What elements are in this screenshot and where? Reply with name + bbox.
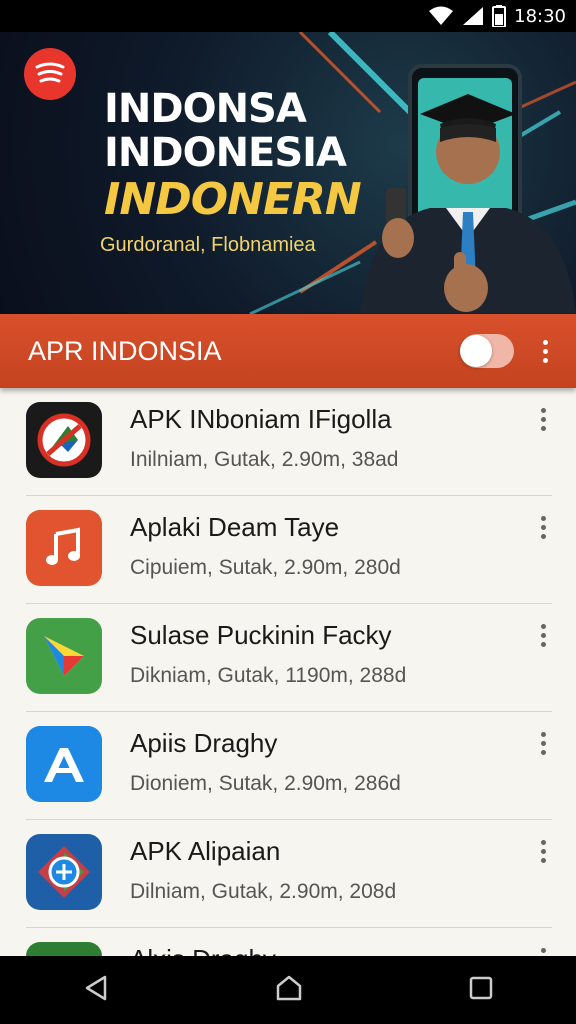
app-title: Sulase Puckinin Facky	[130, 620, 392, 650]
list-item[interactable]: APK INboniam IFigolla Inilniam, Gutak, 2…	[26, 388, 552, 496]
list-item[interactable]: Alxis Draghy	[26, 928, 552, 956]
app-title: Alxis Draghy	[130, 944, 276, 956]
list-item[interactable]: APK Alipaian Dilniam, Gutak, 2.90m, 208d	[26, 820, 552, 928]
app-meta: Dilniam, Gutak, 2.90m, 208d	[130, 880, 397, 903]
overflow-menu-icon[interactable]	[542, 339, 548, 363]
system-nav-bar	[0, 956, 576, 1024]
app-title: APK Alipaian	[130, 836, 281, 866]
toggle-knob	[460, 335, 492, 367]
app-title: APK INboniam IFigolla	[130, 404, 392, 434]
recents-icon[interactable]	[469, 976, 493, 1005]
toggle-switch[interactable]	[460, 334, 514, 368]
battery-icon	[492, 5, 507, 27]
toolbar-title: APR INDONSIA	[28, 335, 222, 366]
list-item[interactable]: Aplaki Deam Taye Cipuiem, Sutak, 2.90m, …	[26, 496, 552, 604]
banner-title-line-1: INDONSA	[104, 86, 307, 132]
app-list: APK INboniam IFigolla Inilniam, Gutak, 2…	[0, 388, 576, 956]
brand-logo-icon[interactable]	[24, 48, 76, 100]
banner-title-line-3: INDONERN	[104, 174, 362, 225]
item-menu-icon[interactable]	[541, 408, 546, 431]
blue-a-letter-icon	[26, 726, 102, 802]
status-bar: 18:30	[0, 0, 576, 32]
plus-globe-icon	[26, 834, 102, 910]
list-item[interactable]: Apiis Draghy Dioniem, Sutak, 2.90m, 286d	[26, 712, 552, 820]
app-toolbar: APR INDONSIA	[0, 314, 576, 388]
app-meta: Inilniam, Gutak, 2.90m, 38ad	[130, 448, 399, 471]
app-title: Apiis Draghy	[130, 728, 278, 758]
home-icon[interactable]	[275, 974, 303, 1007]
item-menu-icon[interactable]	[541, 840, 546, 863]
app-meta: Dikniam, Gutak, 1190m, 288d	[130, 664, 407, 687]
music-note-icon	[26, 510, 102, 586]
item-menu-icon[interactable]	[541, 732, 546, 755]
back-icon[interactable]	[83, 974, 109, 1007]
green-play-triangle-icon	[26, 618, 102, 694]
banner-subtitle: Gurdoranal, Flobnamiea	[100, 234, 316, 256]
item-menu-icon[interactable]	[541, 948, 546, 956]
partial-app-icon	[26, 942, 102, 956]
clock: 18:30	[514, 5, 566, 27]
hero-banner: INDONSA INDONESIA INDONERN Gurdoranal, F…	[0, 32, 576, 314]
item-menu-icon[interactable]	[541, 516, 546, 539]
list-item[interactable]: Sulase Puckinin Facky Dikniam, Gutak, 11…	[26, 604, 552, 712]
app-title: Aplaki Deam Taye	[130, 512, 340, 542]
app-meta: Cipuiem, Sutak, 2.90m, 280d	[130, 556, 401, 579]
red-circle-slash-icon	[26, 402, 102, 478]
app-meta: Dioniem, Sutak, 2.90m, 286d	[130, 772, 401, 795]
wifi-icon	[428, 6, 454, 26]
signal-icon	[462, 6, 484, 26]
banner-title-line-2: INDONESIA	[104, 130, 347, 176]
item-menu-icon[interactable]	[541, 624, 546, 647]
